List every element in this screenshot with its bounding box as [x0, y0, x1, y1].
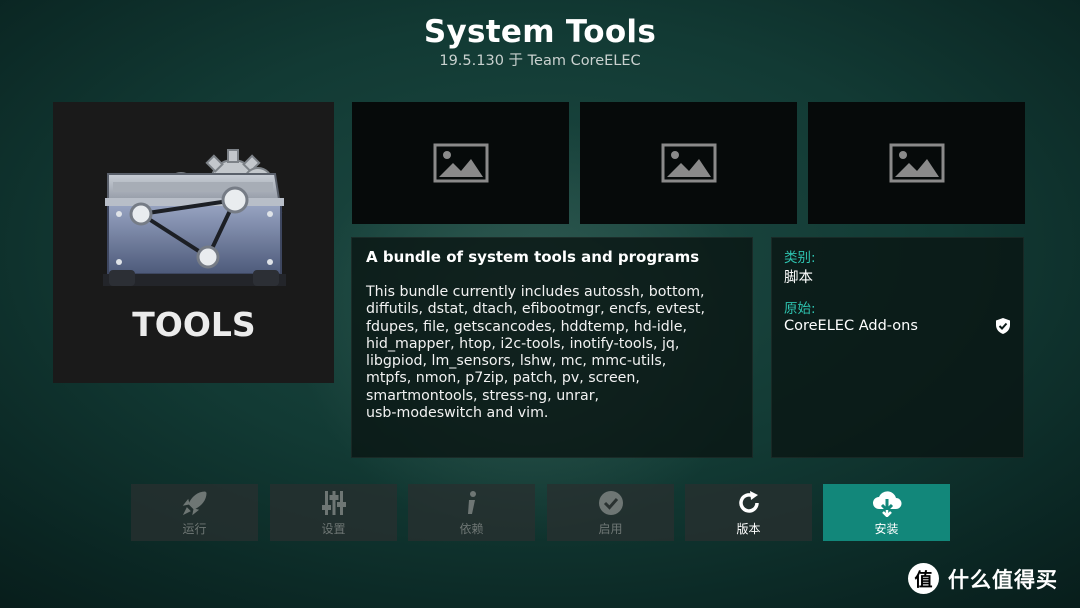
cloud-download-icon — [872, 490, 901, 517]
metadata-panel: 类别: 脚本 原始: CoreELEC Add-ons — [771, 237, 1024, 458]
image-placeholder-icon — [889, 143, 944, 183]
origin-label: 原始: — [784, 301, 816, 317]
addon-version-author: 19.5.130 于 Team CoreELEC — [439, 53, 641, 69]
description-body: This bundle currently includes autossh, … — [366, 284, 705, 422]
toolbox-gears-icon: TOOLS — [103, 149, 286, 344]
settings-button[interactable]: 设置 — [270, 484, 397, 541]
description-title: A bundle of system tools and programs — [366, 248, 700, 266]
addon-title: System Tools — [423, 14, 657, 50]
shield-check-icon — [996, 318, 1010, 334]
description-panel: A bundle of system tools and programs Th… — [351, 237, 753, 458]
sliders-icon — [321, 490, 346, 515]
watermark-logo: 值 — [908, 563, 939, 594]
enable-button[interactable]: 启用 — [547, 484, 674, 541]
watermark: 值 什么值得买 — [908, 563, 1058, 594]
version-button-label: 版本 — [736, 521, 761, 536]
image-placeholder-icon — [661, 143, 716, 183]
install-button-label: 安装 — [874, 521, 899, 536]
run-button[interactable]: 运行 — [131, 484, 258, 541]
dependencies-button-label: 依赖 — [459, 521, 484, 536]
install-button[interactable]: 安装 — [823, 484, 950, 541]
screenshot-2[interactable] — [580, 102, 797, 224]
check-circle-icon — [598, 490, 623, 515]
addon-header: System Tools 19.5.130 于 Team CoreELEC — [0, 14, 1080, 70]
run-button-label: 运行 — [182, 521, 207, 536]
watermark-text: 什么值得买 — [948, 567, 1058, 592]
category-value: 脚本 — [784, 270, 813, 286]
screenshot-1[interactable] — [352, 102, 569, 224]
rocket-icon — [182, 490, 207, 515]
settings-button-label: 设置 — [321, 521, 346, 536]
image-placeholder-icon — [433, 143, 488, 183]
category-label: 类别: — [784, 250, 816, 266]
dependencies-button[interactable]: 依赖 — [408, 484, 535, 541]
origin-value: CoreELEC Add-ons — [784, 318, 918, 334]
version-button[interactable]: 版本 — [685, 484, 812, 541]
screenshot-3[interactable] — [808, 102, 1025, 224]
addon-icon-label: TOOLS — [132, 305, 255, 344]
enable-button-label: 启用 — [598, 521, 623, 536]
addon-icon-panel: TOOLS — [53, 102, 334, 383]
info-icon — [467, 490, 476, 514]
refresh-icon — [738, 490, 759, 513]
